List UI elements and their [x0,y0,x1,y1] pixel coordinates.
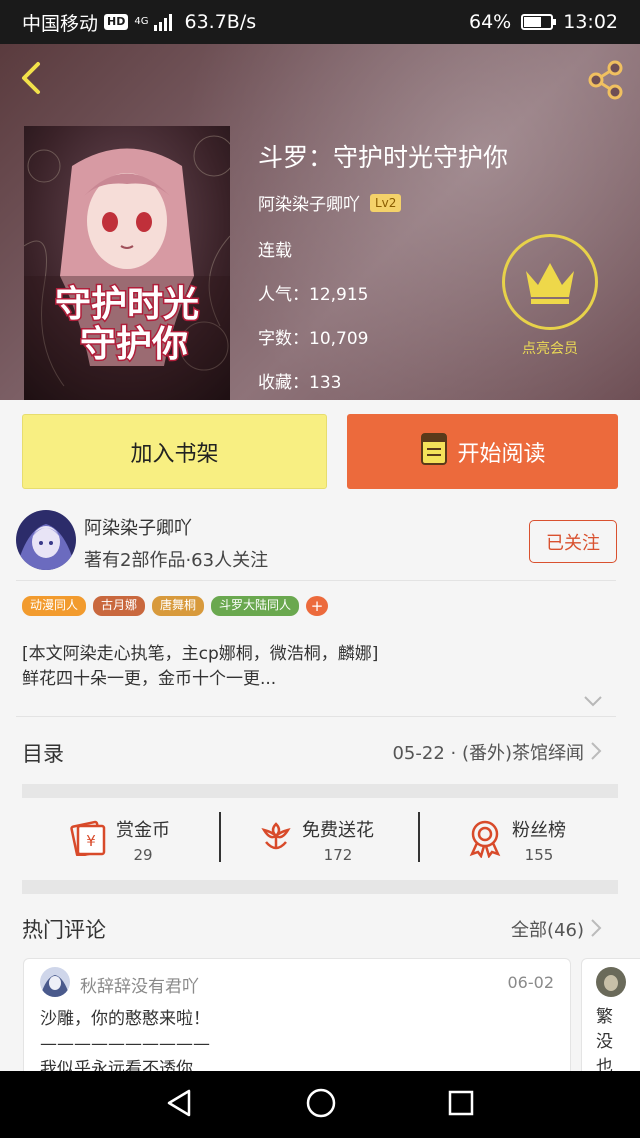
catalog-label: 目录 [22,742,64,766]
battery-percent: 64% [469,11,512,33]
fans-stat[interactable]: 粉丝榜 155 [466,800,566,880]
share-icon[interactable] [584,58,628,102]
author-divider [16,580,616,581]
book-detail-screen: 中国移动 HD 4G 63.7B/s 64% 13:02 守护时光 守护你 斗罗… [0,0,640,1138]
chevron-right-icon[interactable] [590,918,602,938]
comment-line: 繁 [596,1007,613,1027]
favorites-row: 收藏：133 [258,368,341,393]
popularity-value: 12,915 [309,285,369,305]
flower-icon [258,820,294,860]
cover-title-line2: 守护你 [80,323,188,365]
crown-icon [502,234,598,330]
carrier-name: 中国移动 [22,12,99,35]
comment-date: 06-02 [507,973,555,992]
header-author-row[interactable]: 阿染染子卿吖 Lv2 [258,190,402,215]
nav-back-icon[interactable] [165,1088,195,1122]
author-level-badge: Lv2 [370,193,402,212]
net-speed: 63.7B/s [184,11,257,33]
book-icon [419,432,449,472]
status-bar: 中国移动 HD 4G 63.7B/s 64% 13:02 [0,0,640,44]
catalog-latest-chapter: 05-22 · (番外)茶馆绎闻 [392,743,584,764]
stats-row: ¥ 赏金币 29 免费送花 172 粉丝榜 155 [0,800,640,880]
stats-divider [219,812,221,862]
chevron-right-icon [590,741,602,761]
commenter-name[interactable]: 秋辞辞没有君吖 [80,972,199,997]
comment-card-peek[interactable]: 繁 没 也 [581,958,640,1088]
comment-line: 沙雕，你的憨憨来啦！ [40,1009,210,1029]
vip-label: 点亮会员 [522,341,578,357]
catalog-row[interactable]: 目录 05-22 · (番外)茶馆绎闻 [0,718,640,784]
favorites-label: 收藏： [258,373,309,393]
tag-item[interactable]: 唐舞桐 [152,596,205,616]
stats-divider [418,812,420,862]
hot-comments-label: 热门评论 [22,918,106,942]
svg-text:¥: ¥ [86,832,96,850]
comment-body: 繁 没 也 [596,1005,613,1080]
comment-line: 没 [596,1032,613,1052]
vip-button[interactable]: 点亮会员 [500,234,600,358]
coins-stat[interactable]: ¥ 赏金币 29 [68,800,170,880]
fans-value: 155 [524,846,554,864]
intro-line: [本文阿染走心执笔，主cp娜桐，微浩桐，麟娜] [22,644,379,664]
signal-icon [154,13,173,31]
follow-button-label: 已关注 [546,532,600,554]
add-to-shelf-label: 加入书架 [130,441,219,467]
nav-recents-icon[interactable] [447,1089,475,1121]
book-header: 守护时光 守护你 斗罗：守护时光守护你 阿染染子卿吖 Lv2 连载 人气：12,… [0,44,640,400]
flowers-stat[interactable]: 免费送花 172 [258,800,374,880]
all-comments-link[interactable]: 全部(46) [511,916,584,942]
flowers-value: 172 [323,846,353,864]
medal-icon [466,818,504,862]
comment-card[interactable]: 秋辞辞没有君吖 06-02 沙雕，你的憨憨来啦！ —————————— 我似乎永… [23,958,571,1088]
book-intro[interactable]: [本文阿染走心执笔，主cp娜桐，微浩桐，麟娜] 鲜花四十朵一更，金币十个一更..… [22,642,618,692]
flowers-label: 免费送花 [302,820,374,841]
start-reading-button[interactable]: 开始阅读 [347,414,618,489]
add-to-shelf-button[interactable]: 加入书架 [22,414,327,489]
expand-chevron-icon[interactable] [582,693,604,707]
network-type-icon: 4G [134,16,149,27]
system-nav-bar [0,1071,640,1138]
coins-value: 29 [133,846,153,864]
coins-label: 赏金币 [116,820,170,841]
intro-line: 鲜花四十朵一更，金币十个一更... [22,669,277,689]
word-count-row: 字数：10,709 [258,324,368,349]
red-envelope-icon: ¥ [68,820,108,860]
nav-home-icon[interactable] [305,1087,337,1123]
favorites-value: 133 [309,373,342,393]
author-card-stats: 著有2部作品·63人关注 [84,550,269,571]
section-separator [22,784,618,798]
section-separator [22,880,618,894]
intro-divider [16,716,616,717]
clock: 13:02 [563,11,618,33]
book-title: 斗罗：守护时光守护你 [258,143,509,172]
comment-line: —————————— [40,1034,210,1054]
hd-icon: HD [104,14,129,30]
book-cover[interactable]: 守护时光 守护你 [24,126,230,400]
commenter-avatar[interactable] [596,967,626,997]
tag-item[interactable]: 斗罗大陆同人 [211,596,300,616]
tag-more-button[interactable]: + [306,596,329,616]
popularity-label: 人气： [258,285,309,305]
book-status: 连载 [258,241,292,261]
tag-item[interactable]: 动漫同人 [22,596,87,616]
popularity-row: 人气：12,915 [258,280,368,305]
author-avatar[interactable] [16,510,76,570]
author-card-name[interactable]: 阿染染子卿吖 [84,514,192,540]
start-reading-label: 开始阅读 [457,441,546,467]
word-count-value: 10,709 [309,329,369,349]
back-arrow-icon[interactable] [14,58,54,98]
tag-list: 动漫同人 古月娜 唐舞桐 斗罗大陆同人 + [22,596,329,616]
fans-label: 粉丝榜 [512,820,566,841]
battery-icon [521,14,557,30]
word-count-label: 字数： [258,329,309,349]
commenter-avatar[interactable] [40,967,70,997]
cover-title-line1: 守护时光 [55,283,199,325]
header-author-name[interactable]: 阿染染子卿吖 [258,190,360,215]
follow-button[interactable]: 已关注 [529,520,617,563]
tag-item[interactable]: 古月娜 [93,596,146,616]
